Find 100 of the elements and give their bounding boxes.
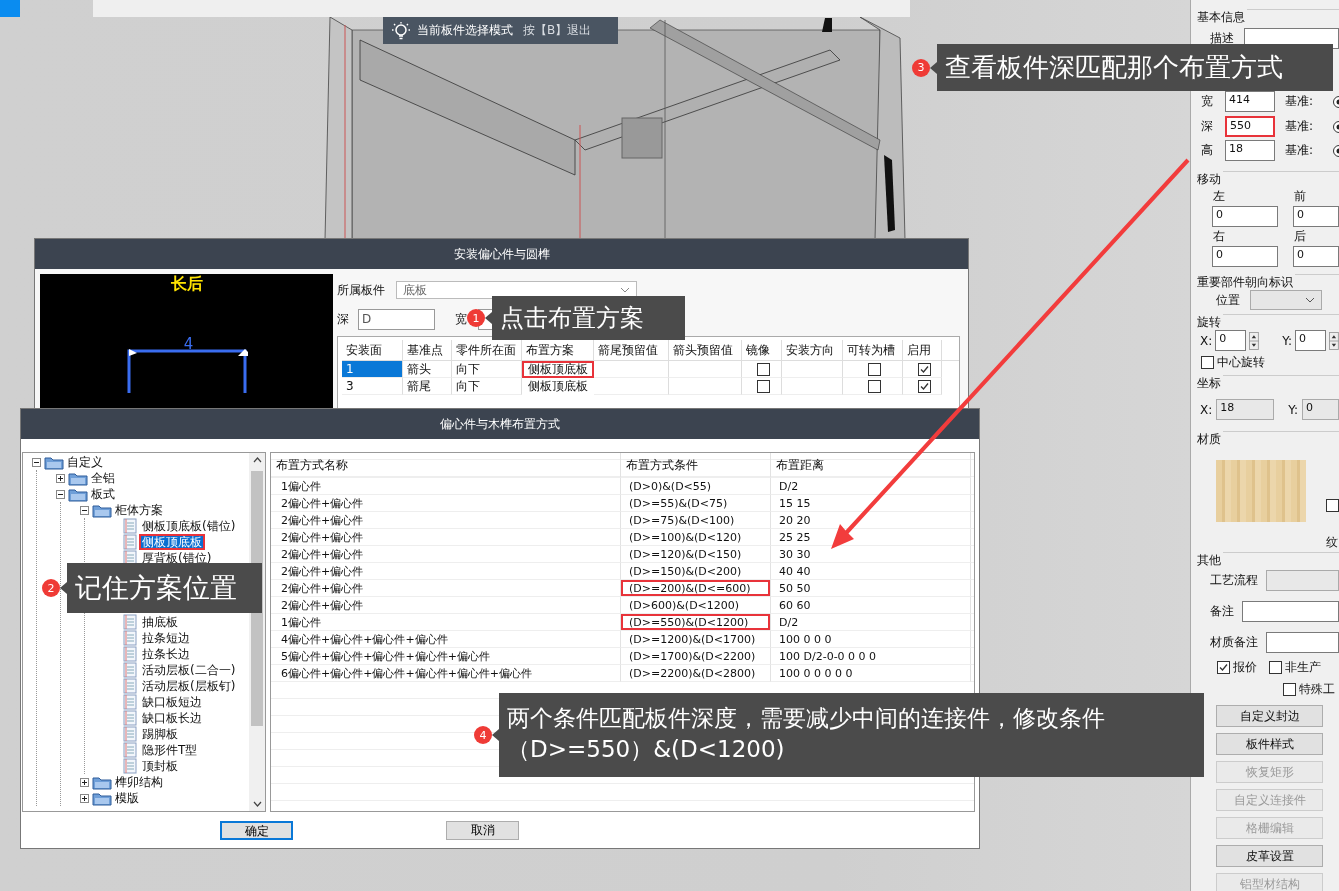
- tree-item[interactable]: 缺口板长边: [139, 710, 205, 726]
- table-cell: 箭头: [403, 361, 452, 378]
- panel-button[interactable]: 板件样式: [1216, 733, 1323, 755]
- scroll-down-icon[interactable]: [252, 801, 262, 807]
- checkbox[interactable]: [757, 362, 770, 376]
- scrollbar-thumb[interactable]: [251, 471, 263, 726]
- table-cell: 向下: [452, 361, 522, 378]
- field-label: 工艺流程: [1210, 572, 1258, 589]
- panel-button[interactable]: 自定义封边: [1216, 705, 1323, 727]
- offset-field[interactable]: 0: [1212, 246, 1278, 267]
- section-title: 材质: [1195, 431, 1223, 448]
- offset-field[interactable]: 0: [1212, 206, 1278, 227]
- expand-icon[interactable]: [80, 777, 89, 787]
- table-cell[interactable]: 3: [342, 378, 403, 395]
- checkbox-label: 特殊工: [1299, 680, 1335, 698]
- expand-icon[interactable]: [56, 473, 65, 483]
- tree-item[interactable]: 活动层板(二合一): [139, 662, 239, 678]
- folder-icon: [92, 774, 112, 790]
- field-label: 材质备注: [1210, 634, 1258, 651]
- tree-item[interactable]: 柜体方案: [114, 504, 164, 516]
- collapse-icon[interactable]: [32, 457, 41, 467]
- offset-field[interactable]: 0: [1293, 246, 1339, 267]
- description-field[interactable]: [1244, 28, 1339, 49]
- document-icon: [123, 518, 137, 534]
- scrollbar[interactable]: [249, 453, 265, 811]
- table-cell: (D>=550)&(D<1200): [621, 614, 771, 631]
- column-header: 可转为槽: [843, 340, 903, 360]
- column-header: 镜像: [742, 340, 782, 360]
- scroll-up-icon[interactable]: [252, 457, 262, 463]
- dimension-field[interactable]: 550: [1225, 116, 1275, 137]
- tree-item[interactable]: 全铝: [90, 472, 116, 484]
- folder-icon: [68, 486, 88, 502]
- text-field[interactable]: [1242, 601, 1339, 622]
- board-dropdown[interactable]: 底板: [396, 281, 637, 299]
- checkbox-label: 非生产: [1285, 658, 1321, 676]
- table-cell: 1偏心件: [271, 614, 621, 631]
- panel-button[interactable]: 皮革设置: [1216, 845, 1323, 867]
- tree-item[interactable]: 模版: [114, 792, 140, 804]
- column-header: 箭尾预留值: [594, 340, 669, 360]
- collapse-icon[interactable]: [80, 505, 89, 515]
- tree-item[interactable]: 板式: [90, 488, 116, 500]
- checkbox[interactable]: [868, 362, 881, 376]
- table-cell: 100 D/2-0-0 0 0 0: [771, 648, 971, 665]
- rotation-field[interactable]: 0: [1215, 330, 1247, 351]
- folder-icon: [68, 470, 88, 486]
- cancel-button[interactable]: 取消: [446, 821, 519, 840]
- checkbox[interactable]: [868, 379, 881, 393]
- radio-button[interactable]: [1333, 144, 1339, 157]
- tree-item[interactable]: 侧板顶底板: [139, 534, 205, 550]
- field-label: X:: [1200, 333, 1213, 348]
- spin-buttons[interactable]: [1329, 330, 1339, 351]
- tree-item[interactable]: 活动层板(层板钉): [139, 678, 239, 694]
- radio-button[interactable]: [1333, 95, 1339, 108]
- annotation-tooltip: 记住方案位置: [60, 563, 262, 613]
- text-field[interactable]: [1266, 632, 1339, 653]
- dimension-field[interactable]: 414: [1225, 91, 1275, 112]
- table-cell: 6偏心件+偏心件+偏心件+偏心件+偏心件+偏心件: [271, 665, 621, 682]
- field-label: 深: [1201, 118, 1214, 135]
- checkbox[interactable]: [1217, 660, 1230, 674]
- spin-buttons[interactable]: [1249, 330, 1260, 351]
- field-label: Y:: [1282, 333, 1292, 348]
- checkbox[interactable]: [917, 379, 931, 393]
- document-icon: [123, 694, 137, 710]
- field-label: 基准:: [1285, 142, 1314, 159]
- tree-item[interactable]: 侧板顶底板(错位): [139, 518, 239, 534]
- tree-item[interactable]: 自定义: [66, 456, 104, 468]
- collapse-icon[interactable]: [56, 489, 65, 499]
- checkbox-label: 纹: [1326, 534, 1339, 551]
- tree-item[interactable]: 拉条短边: [139, 630, 193, 646]
- checkbox[interactable]: [757, 379, 770, 393]
- checkbox-label: 报价: [1233, 658, 1257, 676]
- folder-icon: [92, 502, 112, 518]
- radio-button[interactable]: [1333, 120, 1339, 133]
- rotation-field[interactable]: 0: [1295, 330, 1327, 351]
- expand-icon[interactable]: [80, 793, 89, 803]
- document-icon: [123, 678, 137, 694]
- depth-field[interactable]: D: [358, 308, 435, 330]
- tree-item[interactable]: 榫卯结构: [114, 776, 164, 788]
- tree-item[interactable]: 抽底板: [139, 614, 181, 630]
- checkbox[interactable]: [1326, 499, 1339, 512]
- tree-item[interactable]: 缺口板短边: [139, 694, 205, 710]
- tree-item[interactable]: 拉条长边: [139, 646, 193, 662]
- checkbox[interactable]: [1269, 660, 1282, 674]
- tree-item[interactable]: 顶封板: [139, 758, 181, 774]
- offset-field[interactable]: 0: [1293, 206, 1339, 227]
- table-cell: 侧板顶底板: [522, 361, 594, 378]
- checkbox[interactable]: [1201, 356, 1214, 369]
- table-cell[interactable]: 1: [342, 361, 403, 378]
- checkbox[interactable]: [1283, 682, 1296, 696]
- tree-item[interactable]: 隐形件T型: [139, 742, 201, 758]
- checkbox[interactable]: [917, 362, 931, 376]
- chevron-down-icon: [620, 287, 630, 293]
- document-icon: [123, 758, 137, 774]
- table-cell: 1偏心件: [271, 478, 621, 495]
- table-cell: 2偏心件+偏心件: [271, 546, 621, 563]
- tree-item[interactable]: 踢脚板: [139, 726, 181, 742]
- dimension-field[interactable]: 18: [1225, 140, 1275, 161]
- folder-icon: [92, 790, 112, 806]
- ok-button[interactable]: 确定: [220, 821, 293, 840]
- app-corner-mark: [0, 0, 20, 17]
